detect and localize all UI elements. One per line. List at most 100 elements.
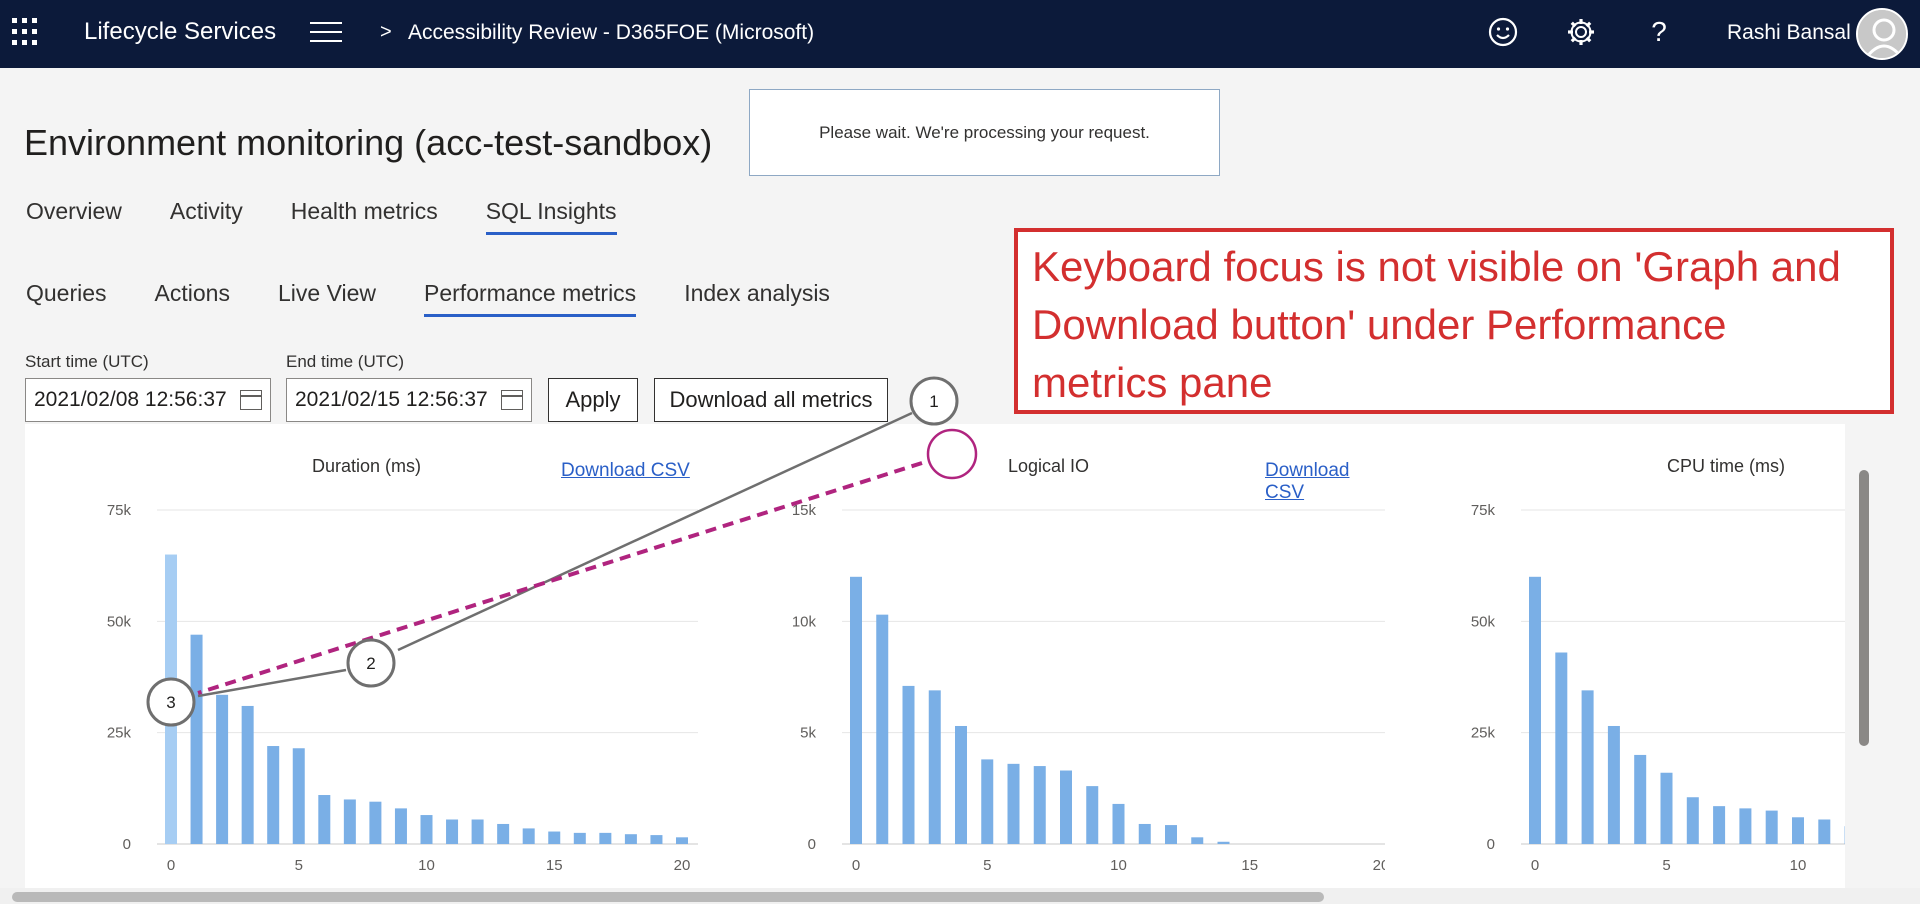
- bar: [1555, 652, 1568, 844]
- bar: [1007, 763, 1020, 844]
- bar: [1686, 797, 1699, 844]
- download-all-metrics-button[interactable]: Download all metrics: [654, 378, 888, 422]
- calendar-icon[interactable]: [240, 390, 262, 410]
- bar: [1217, 841, 1230, 844]
- subtab-index-analysis[interactable]: Index analysis: [684, 280, 830, 317]
- bar: [981, 759, 994, 844]
- y-tick-label: 75k: [107, 502, 132, 519]
- bar: [241, 705, 254, 844]
- x-tick-label: 0: [1531, 857, 1539, 874]
- x-tick-label: 0: [852, 857, 860, 874]
- bar: [267, 746, 280, 844]
- bar: [497, 823, 510, 844]
- marker-label: 1: [929, 392, 938, 411]
- x-tick-label: 5: [295, 857, 303, 874]
- user-name[interactable]: Rashi Bansal: [1727, 21, 1851, 45]
- callout-line-3: metrics pane: [1032, 359, 1273, 406]
- callout-line-2: Download button' under Performance: [1032, 301, 1727, 348]
- bar: [573, 832, 586, 844]
- y-tick-label: 5k: [800, 725, 816, 742]
- y-tick-label: 0: [808, 836, 816, 853]
- bar: [292, 748, 305, 844]
- duration-chart[interactable]: Duration (ms) Download CSV 0 25k 50k 75k 0 5 1…: [25, 424, 705, 888]
- x-tick-label: 15: [546, 857, 563, 874]
- bar: [1112, 803, 1125, 844]
- bar: [902, 685, 915, 844]
- subtab-queries[interactable]: Queries: [26, 280, 107, 317]
- page-title: Environment monitoring (acc-test-sandbox…: [24, 122, 713, 163]
- tab-overview[interactable]: Overview: [26, 198, 122, 235]
- x-tick-label: 15: [1241, 857, 1258, 874]
- app-title[interactable]: Lifecycle Services: [84, 18, 276, 46]
- y-tick-label: 75k: [1471, 502, 1496, 519]
- bar: [1765, 810, 1778, 844]
- bar: [190, 634, 203, 844]
- cpu-time-chart[interactable]: CPU time (ms) 0 25k 50k 75k 0 5 10: [1385, 424, 1845, 888]
- bar: [548, 831, 561, 844]
- bar: [1165, 825, 1177, 844]
- x-tick-label: 5: [1662, 857, 1670, 874]
- bar: [522, 828, 535, 844]
- tab-health-metrics[interactable]: Health metrics: [291, 198, 438, 235]
- end-time-input[interactable]: 2021/02/15 12:56:37: [286, 378, 532, 422]
- bar: [1529, 576, 1541, 844]
- x-tick-label: 10: [1110, 857, 1127, 874]
- y-tick-label: 0: [1487, 836, 1495, 853]
- start-time-label: Start time (UTC): [25, 352, 149, 371]
- y-tick-label: 25k: [1471, 725, 1496, 742]
- bar: [318, 795, 331, 844]
- bar: [650, 835, 663, 844]
- subtab-live-view[interactable]: Live View: [278, 280, 376, 317]
- bar: [928, 690, 941, 844]
- calendar-icon[interactable]: [501, 390, 523, 410]
- horizontal-scrollbar[interactable]: [12, 892, 1324, 902]
- bar: [1818, 819, 1831, 844]
- gear-icon[interactable]: [1563, 14, 1599, 50]
- bar: [955, 725, 967, 844]
- vertical-scrollbar[interactable]: [1859, 470, 1869, 746]
- bar: [1033, 766, 1046, 844]
- bar: [165, 554, 177, 844]
- x-tick-label: 20: [674, 857, 691, 874]
- duration-chart-plot[interactable]: 0 25k 50k 75k 0 5 10 15 20: [25, 424, 705, 888]
- bar: [1634, 754, 1647, 844]
- subtab-actions[interactable]: Actions: [155, 280, 230, 317]
- bar: [1581, 690, 1594, 844]
- cpu-time-chart-plot[interactable]: 0 25k 50k 75k 0 5 10: [1385, 424, 1845, 888]
- help-icon[interactable]: ?: [1641, 14, 1677, 50]
- bar: [420, 815, 433, 844]
- bar: [1739, 808, 1752, 844]
- tab-activity[interactable]: Activity: [170, 198, 243, 235]
- bar: [369, 801, 382, 844]
- top-bar: Lifecycle Services > Accessibility Revie…: [0, 0, 1920, 68]
- x-tick-label: 10: [1790, 857, 1807, 874]
- logical-io-chart-plot[interactable]: 0 5k 10k 15k 0 5 10 15 20: [705, 424, 1385, 888]
- avatar[interactable]: [1856, 8, 1908, 60]
- bar: [624, 834, 637, 844]
- bar: [599, 832, 612, 844]
- bar: [1138, 823, 1151, 844]
- bar: [394, 808, 407, 844]
- smiley-icon[interactable]: [1485, 14, 1521, 50]
- marker-circle: [909, 376, 959, 426]
- bar: [850, 576, 862, 844]
- bar: [1191, 837, 1204, 844]
- bar: [1713, 806, 1726, 844]
- tab-sql-insights[interactable]: SQL Insights: [485, 198, 617, 235]
- y-tick-label: 15k: [792, 502, 817, 519]
- x-tick-label: 10: [418, 857, 435, 874]
- menu-icon[interactable]: [310, 22, 342, 44]
- sub-tabs: Queries Actions Live View Performance me…: [26, 280, 878, 317]
- app-launcher-icon[interactable]: [12, 18, 40, 46]
- breadcrumb[interactable]: Accessibility Review - D365FOE (Microsof…: [408, 21, 814, 45]
- x-tick-label: 20: [1373, 857, 1385, 874]
- logical-io-chart[interactable]: Logical IO Download CSV 0 5k 10k 15k 0 5 10 15 2…: [705, 424, 1385, 888]
- breadcrumb-separator: >: [380, 21, 392, 43]
- y-tick-label: 50k: [1471, 613, 1496, 630]
- start-time-input[interactable]: 2021/02/08 12:56:37: [25, 378, 271, 422]
- y-tick-label: 50k: [107, 613, 132, 630]
- apply-button[interactable]: Apply: [548, 378, 638, 422]
- bar: [1086, 786, 1099, 844]
- main-tabs: Overview Activity Health metrics SQL Ins…: [26, 198, 665, 235]
- subtab-performance-metrics[interactable]: Performance metrics: [424, 280, 637, 317]
